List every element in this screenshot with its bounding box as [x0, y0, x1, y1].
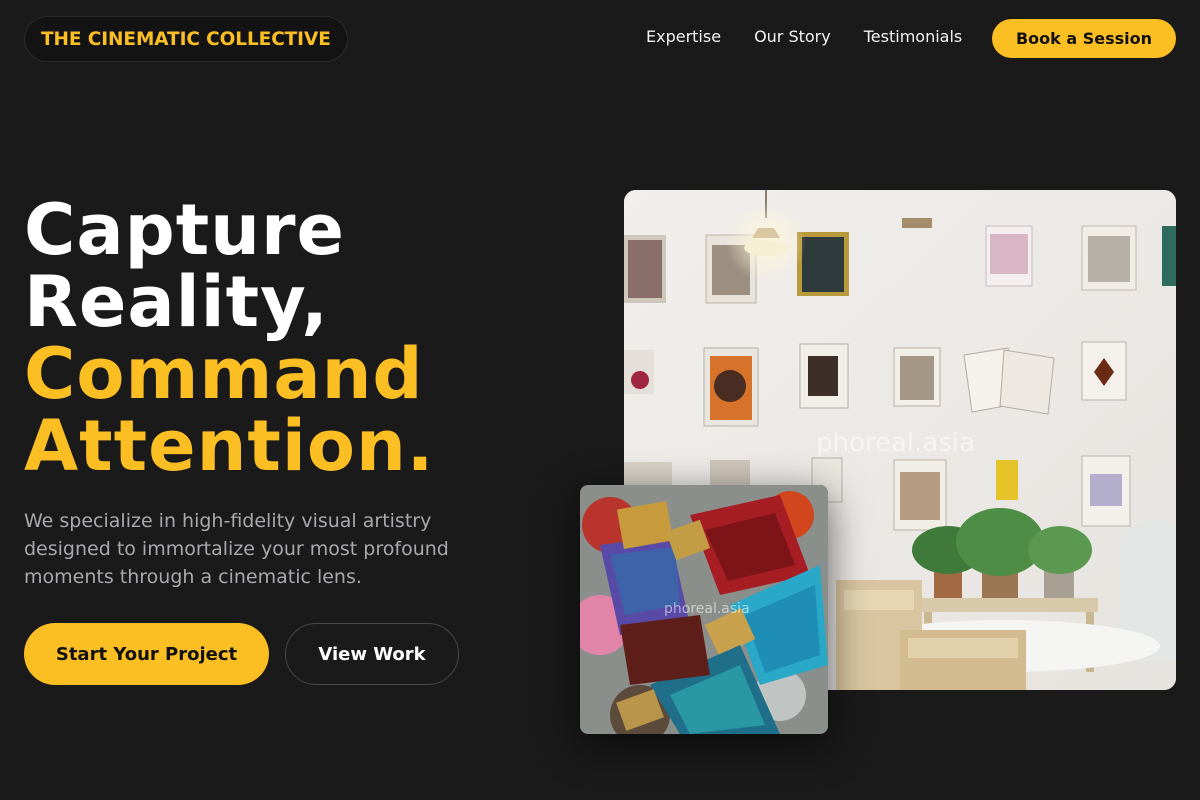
view-work-button[interactable]: View Work: [285, 623, 459, 685]
main-photo-watermark: phoreal.asia: [816, 428, 976, 458]
hero-subtext: We specialize in high-fidelity visual ar…: [24, 510, 449, 588]
headline-line-4: Attention.: [24, 405, 435, 487]
small-photo-watermark: phoreal.asia: [664, 601, 750, 617]
main-nav: Expertise Our Story Testimonials: [646, 27, 962, 46]
headline-line-1: Capture: [24, 189, 346, 271]
headline-line-3: Command: [24, 333, 424, 415]
start-project-button[interactable]: Start Your Project: [24, 623, 269, 685]
brand-logo[interactable]: THE CINEMATIC COLLECTIVE: [24, 16, 348, 62]
nav-item-expertise[interactable]: Expertise: [646, 27, 721, 46]
nav-item-our-story[interactable]: Our Story: [754, 27, 831, 46]
brand-name: THE CINEMATIC COLLECTIVE: [41, 28, 331, 50]
headline-line-2: Reality,: [24, 261, 329, 343]
book-session-button[interactable]: Book a Session: [992, 19, 1176, 58]
paint-brushes-photo: phoreal.asia: [580, 485, 828, 734]
hero-headline: Capture Reality, Command Attention.: [24, 194, 434, 482]
nav-item-testimonials[interactable]: Testimonials: [864, 27, 963, 46]
